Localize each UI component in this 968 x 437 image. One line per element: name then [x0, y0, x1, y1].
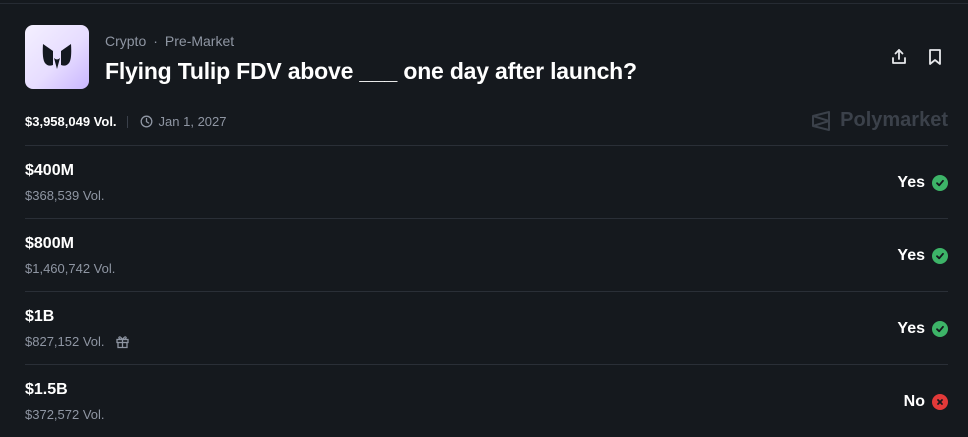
check-icon	[932, 175, 948, 191]
outcome-label: $1.5B	[25, 381, 68, 398]
market-logo	[25, 25, 89, 89]
outcome-volume-wrap: $1,460,742 Vol.	[25, 261, 115, 276]
result-label: No	[903, 393, 925, 410]
breadcrumb-subcategory[interactable]: Pre-Market	[165, 33, 234, 49]
header-actions	[890, 47, 944, 67]
outcome-result: Yes	[897, 174, 948, 192]
outcome-volume: $1,460,742 Vol.	[25, 261, 116, 276]
outcome-row[interactable]: $1.5B $372,572 Vol. No	[25, 365, 948, 437]
polymarket-logo-icon	[812, 110, 831, 131]
outcome-label: $800M	[25, 235, 74, 252]
market-title: Flying Tulip FDV above ___ one day after…	[105, 58, 637, 84]
check-icon	[932, 248, 948, 264]
share-button[interactable]	[890, 47, 908, 67]
total-volume: $3,958,049 Vol.	[25, 114, 117, 129]
outcome-volume-wrap: $827,152 Vol.	[25, 334, 130, 349]
outcome-volume: $368,539 Vol.	[25, 188, 105, 203]
polymarket-watermark: Polymarket	[810, 109, 948, 132]
x-icon	[932, 394, 948, 410]
outcome-result: No	[904, 393, 948, 411]
meta-divider	[126, 115, 128, 128]
brand-name: Polymarket	[840, 109, 948, 131]
outcome-volume-wrap: $372,572 Vol.	[25, 407, 105, 422]
gift-icon[interactable]	[115, 334, 130, 349]
breadcrumb: Crypto · Pre-Market	[105, 33, 234, 49]
bookmark-button[interactable]	[926, 47, 944, 67]
bookmark-icon	[929, 49, 941, 65]
outcome-volume-wrap: $368,539 Vol.	[25, 188, 105, 203]
result-label: Yes	[897, 174, 925, 191]
outcome-label: $1B	[25, 308, 55, 325]
end-date: Jan 1, 2027	[140, 114, 227, 129]
check-icon	[932, 321, 948, 337]
outcome-label: $400M	[25, 162, 74, 179]
share-icon	[892, 49, 906, 64]
clock-icon	[140, 115, 152, 128]
top-border	[0, 3, 968, 4]
outcome-volume: $827,152 Vol.	[25, 334, 105, 349]
outcome-row[interactable]: $800M $1,460,742 Vol. Yes	[25, 219, 948, 291]
outcome-volume: $372,572 Vol.	[25, 407, 105, 422]
outcome-result: Yes	[897, 320, 948, 338]
result-label: Yes	[897, 320, 925, 337]
outcome-row[interactable]: $1B $827,152 Vol. Yes	[25, 292, 948, 364]
market-meta: $3,958,049 Vol. Jan 1, 2027	[25, 114, 227, 129]
result-label: Yes	[897, 247, 925, 264]
end-date-label: Jan 1, 2027	[158, 114, 227, 129]
outcome-result: Yes	[897, 247, 948, 265]
breadcrumb-separator: ·	[153, 33, 158, 49]
tulip-logo-icon	[42, 44, 72, 69]
outcome-row[interactable]: $400M $368,539 Vol. Yes	[25, 146, 948, 218]
breadcrumb-category[interactable]: Crypto	[105, 33, 146, 49]
